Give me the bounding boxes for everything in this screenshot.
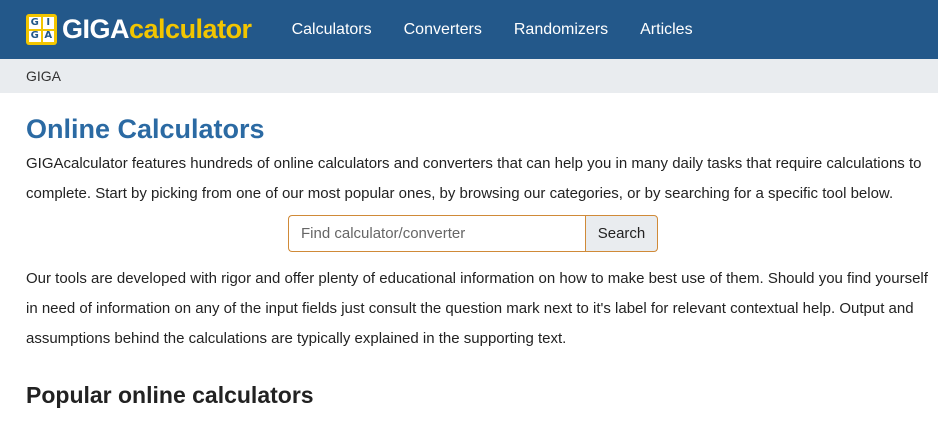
breadcrumb: GIGA (0, 59, 938, 93)
popular-calculators-heading: Popular online calculators (26, 382, 314, 408)
search-button[interactable]: Search (585, 215, 658, 252)
search-form: Search (26, 215, 930, 252)
site-logo[interactable]: G I G A GIGAcalculator (26, 0, 252, 59)
nav-converters[interactable]: Converters (404, 21, 482, 39)
logo-text: GIGAcalculator (62, 16, 252, 43)
nav-randomizers[interactable]: Randomizers (514, 21, 608, 39)
main-nav: Calculators Converters Randomizers Artic… (292, 0, 725, 59)
page-title: Online Calculators (26, 114, 265, 144)
logo-grid-cell: A (42, 30, 54, 42)
logo-grid-cell: I (42, 17, 54, 29)
search-box: Search (288, 215, 658, 252)
logo-text-calculator: calculator (129, 14, 252, 44)
logo-grid-icon: G I G A (26, 14, 57, 45)
top-navigation-bar: G I G A GIGAcalculator Calculators Conve… (0, 0, 938, 59)
body-paragraph: Our tools are developed with rigor and o… (26, 270, 928, 347)
logo-grid-cell: G (29, 30, 41, 42)
main-content: Online Calculators GIGAcalculator featur… (0, 113, 938, 409)
nav-calculators[interactable]: Calculators (292, 21, 372, 39)
nav-articles[interactable]: Articles (640, 21, 692, 39)
intro-paragraph: GIGAcalculator features hundreds of onli… (26, 155, 922, 202)
logo-text-giga: GIGA (62, 14, 130, 44)
logo-grid-cell: G (29, 16, 41, 29)
search-input[interactable] (288, 215, 585, 252)
breadcrumb-root[interactable]: GIGA (26, 68, 61, 84)
